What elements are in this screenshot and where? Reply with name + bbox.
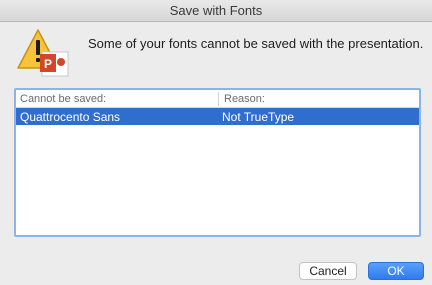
table-header: Cannot be saved: Reason: [16, 90, 419, 108]
font-table[interactable]: Cannot be saved: Reason: Quattrocento Sa… [14, 88, 421, 237]
column-header-cannot-be-saved[interactable]: Cannot be saved: [20, 93, 106, 105]
reason-cell: Not TrueType [222, 110, 295, 124]
svg-text:P: P [44, 57, 52, 71]
table-row[interactable]: Quattrocento Sans Not TrueType [16, 108, 419, 125]
ok-button[interactable]: OK [368, 262, 424, 280]
window-title: Save with Fonts [0, 0, 432, 22]
cancel-button[interactable]: Cancel [299, 262, 357, 280]
font-name-cell: Quattrocento Sans [20, 110, 121, 124]
column-header-reason[interactable]: Reason: [224, 93, 265, 105]
alert-message: Some of your fonts cannot be saved with … [88, 36, 424, 51]
column-divider[interactable] [218, 92, 219, 106]
warning-powerpoint-icon: P [17, 29, 69, 77]
